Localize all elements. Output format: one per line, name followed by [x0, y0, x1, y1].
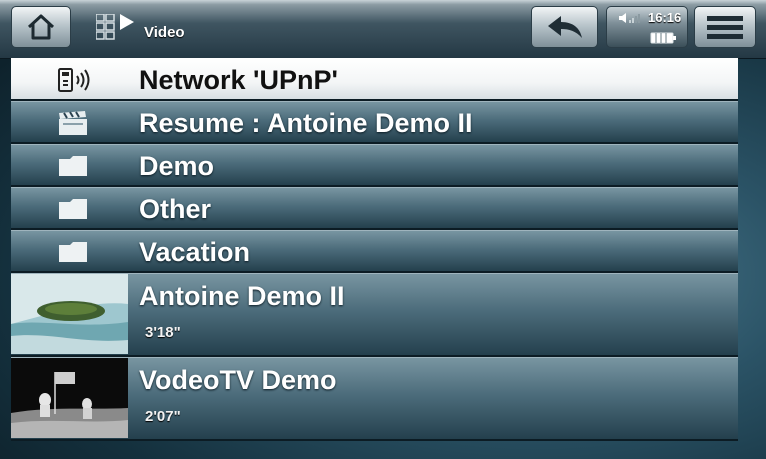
moon-landing-thumbnail	[11, 358, 128, 438]
clapperboard-icon	[59, 111, 87, 135]
video-browser-screen: Video 16:16 Network 'UPnP' Resume: Anto…	[0, 0, 766, 459]
battery-icon	[650, 32, 676, 44]
breadcrumb-title: Video	[144, 24, 185, 41]
back-arrow-icon	[547, 16, 582, 38]
top-bar: Video 16:16	[0, 0, 766, 59]
list-item-label: Demo	[139, 151, 215, 181]
list-item-resume[interactable]: Resume : Antoine Demo II	[11, 101, 738, 144]
folder-icon	[59, 199, 87, 219]
island-thumbnail	[11, 274, 128, 354]
list-item-network[interactable]: Network 'UPnP'	[11, 58, 738, 101]
menu-icon	[707, 16, 743, 39]
video-title: Antoine Demo II	[139, 281, 345, 311]
file-list: Network 'UPnP' Resume : Antoine Demo II …	[11, 58, 738, 441]
video-title: VodeoTV Demo	[139, 365, 337, 395]
list-item-folder-vacation[interactable]: Vacation	[11, 230, 738, 273]
video-duration: 2'07"	[145, 408, 181, 425]
list-item-label: Vacation	[139, 237, 251, 267]
video-item-vodeotv-demo[interactable]: VodeoTV Demo 2'07"	[11, 357, 738, 441]
volume-icon	[619, 13, 640, 23]
home-button[interactable]	[11, 6, 71, 48]
video-item-antoine-demo[interactable]: Antoine Demo II 3'18"	[11, 273, 738, 357]
list-item-folder-demo[interactable]: Demo	[11, 144, 738, 187]
grid-play-icon	[96, 14, 134, 40]
list-item-label: Network 'UPnP'	[139, 65, 338, 95]
video-duration: 3'18"	[145, 324, 181, 341]
menu-button[interactable]	[694, 6, 756, 48]
list-item-folder-other[interactable]: Other	[11, 187, 738, 230]
folder-icon	[59, 242, 87, 262]
network-device-icon	[58, 68, 90, 92]
home-icon	[27, 14, 55, 40]
list-item-label: Other	[139, 194, 212, 224]
folder-icon	[59, 156, 87, 176]
clock: 16:16	[648, 10, 682, 25]
list-item-label: Resume : Antoine Demo II	[139, 108, 473, 138]
back-button[interactable]	[531, 6, 598, 48]
